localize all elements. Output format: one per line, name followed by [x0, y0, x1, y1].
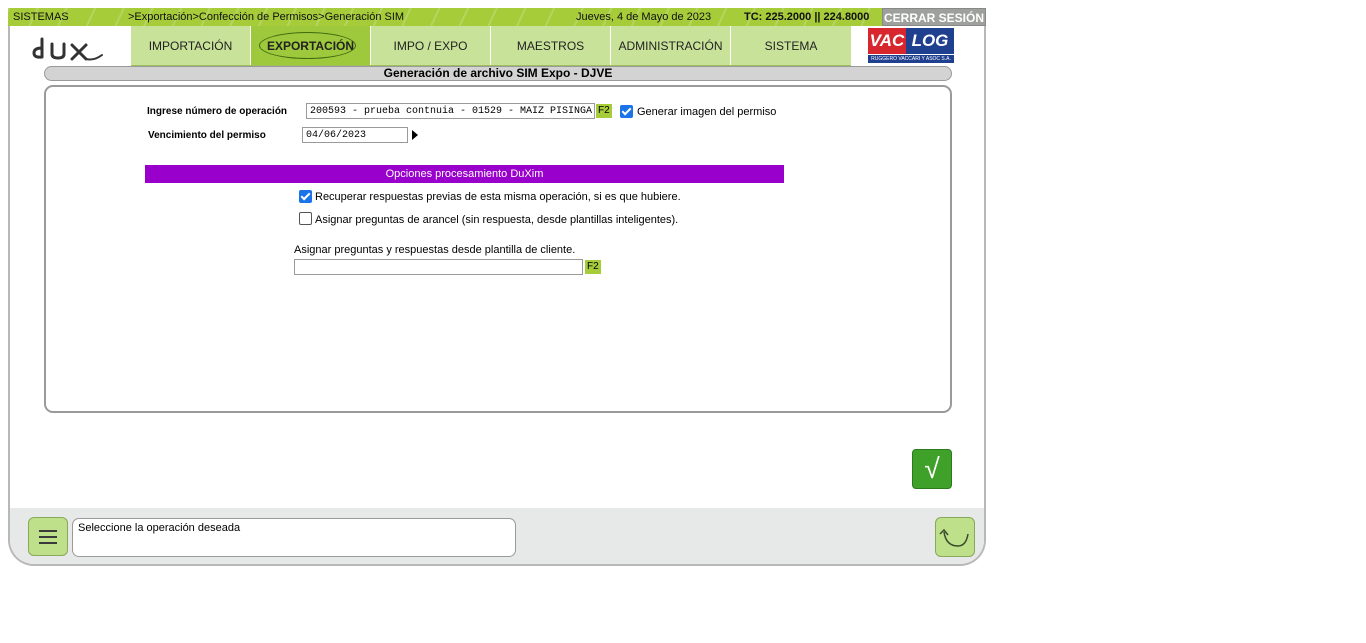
- main-nav: IMPORTACIÓN EXPORTACIÓN IMPO / EXPO MAES…: [131, 26, 851, 66]
- tab-administracion-label: ADMINISTRACIÓN: [618, 39, 723, 53]
- vaclog-logo: VAC LOG RUGGERO VACCARI Y ASOC S.A.: [868, 28, 958, 64]
- operation-label: Ingrese número de operación: [147, 106, 288, 117]
- menu-icon-line: [39, 530, 57, 532]
- tab-impo-expo[interactable]: IMPO / EXPO: [371, 26, 491, 65]
- expiry-label: Vencimiento del permiso: [148, 130, 266, 141]
- breadcrumb: >Exportación>Confección de Permisos>Gene…: [128, 11, 405, 23]
- client-template-f2-button[interactable]: F2: [585, 260, 601, 274]
- tab-importacion-label: IMPORTACIÓN: [148, 39, 233, 53]
- brand-log: LOG: [906, 28, 954, 54]
- top-bar: SISTEMAS >Exportación>Confección de Perm…: [8, 8, 882, 26]
- brand-subtitle: RUGGERO VACCARI Y ASOC S.A.: [868, 55, 954, 63]
- generate-image-checkbox[interactable]: [620, 105, 633, 118]
- calendar-arrow-icon[interactable]: [411, 130, 419, 140]
- page-title: Generación de archivo SIM Expo - DJVE: [44, 66, 952, 81]
- dux-logo[interactable]: [30, 27, 108, 65]
- exchange-rate: TC: 225.2000 || 224.8000: [744, 11, 870, 23]
- module-name: SISTEMAS: [13, 11, 69, 23]
- logout-button[interactable]: CERRAR SESIÓN: [882, 8, 986, 26]
- recover-answers-checkbox[interactable]: [299, 190, 312, 203]
- tab-exportacion[interactable]: EXPORTACIÓN: [251, 26, 371, 65]
- current-date: Jueves, 4 de Mayo de 2023: [576, 11, 712, 23]
- expiry-date-input[interactable]: 04/06/2023: [302, 127, 408, 143]
- recover-answers-label: Recuperar respuestas previas de esta mis…: [315, 191, 681, 203]
- active-tab-ring: [259, 32, 356, 59]
- assign-tariff-questions-checkbox[interactable]: [299, 212, 312, 225]
- menu-icon-line: [39, 542, 57, 544]
- brand-vac: VAC: [868, 28, 906, 54]
- tab-sistema[interactable]: SISTEMA: [731, 26, 851, 65]
- status-message: Seleccione la operación deseada: [72, 518, 516, 557]
- menu-icon-line: [39, 536, 57, 538]
- menu-button[interactable]: [28, 517, 68, 556]
- tab-impo-expo-label: IMPO / EXPO: [393, 39, 468, 53]
- tab-maestros-label: MAESTROS: [516, 39, 585, 53]
- confirm-button[interactable]: √: [912, 449, 952, 489]
- assign-tariff-questions-label: Asignar preguntas de arancel (sin respue…: [315, 214, 679, 226]
- tab-importacion[interactable]: IMPORTACIÓN: [131, 26, 251, 65]
- back-button[interactable]: [935, 517, 975, 557]
- operation-input[interactable]: 200593 - prueba contnuia - 01529 - MAIZ …: [306, 103, 595, 119]
- tab-administracion[interactable]: ADMINISTRACIÓN: [611, 26, 731, 65]
- tab-maestros[interactable]: MAESTROS: [491, 26, 611, 65]
- client-template-input[interactable]: [294, 259, 583, 275]
- tab-sistema-label: SISTEMA: [764, 39, 818, 53]
- generate-image-label: Generar imagen del permiso: [637, 106, 777, 118]
- operation-f2-button[interactable]: F2: [596, 104, 612, 118]
- back-arrow-icon: [939, 528, 969, 547]
- client-template-label: Asignar preguntas y respuestas desde pla…: [294, 244, 576, 256]
- duxim-options-header: Opciones procesamiento DuXim: [145, 165, 784, 183]
